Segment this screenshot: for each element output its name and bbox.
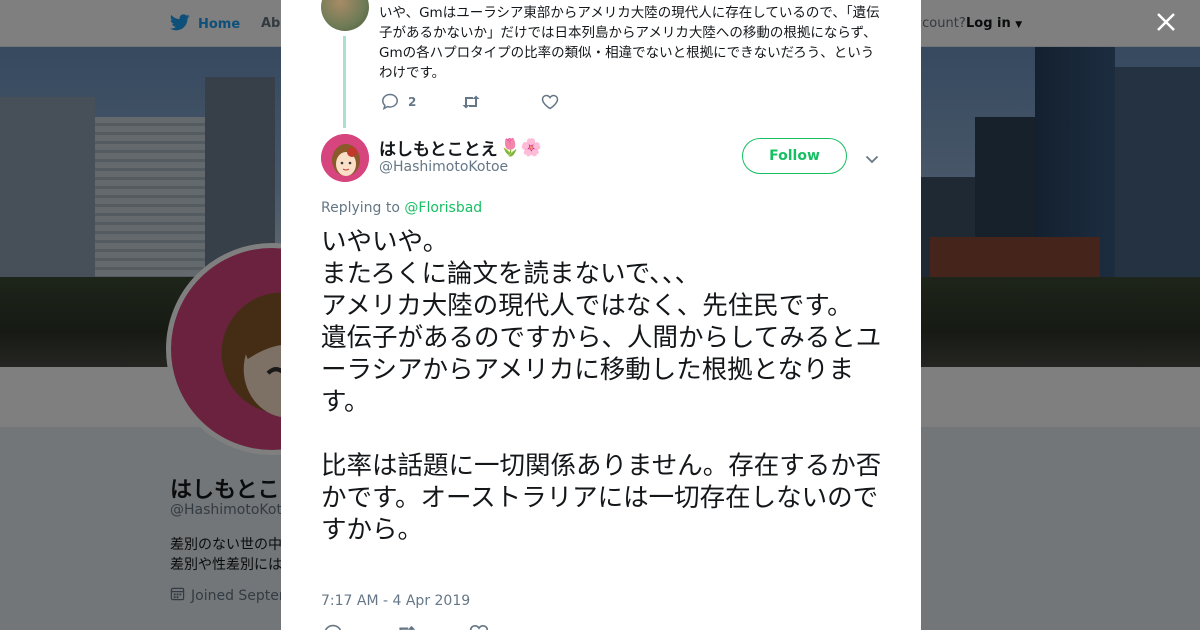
tweet-permalink-modal: いや、Gmはユーラシア東部からアメリカ大陸の現代人に存在しているので、「遺伝子が… bbox=[281, 0, 921, 630]
tweet-actions bbox=[323, 624, 489, 630]
replying-prefix: Replying to bbox=[321, 200, 405, 216]
heart-icon bbox=[541, 94, 559, 110]
author-display-name[interactable]: はしもとことえ 🌷🌸 bbox=[379, 135, 543, 161]
thread-connector-line bbox=[343, 36, 346, 128]
previous-tweet-avatar[interactable] bbox=[321, 0, 369, 31]
follow-button[interactable]: Follow bbox=[742, 138, 847, 174]
reply-icon bbox=[381, 93, 399, 110]
author-name-text: はしもとことえ bbox=[379, 140, 498, 160]
retweet-button[interactable] bbox=[461, 94, 541, 110]
retweet-icon bbox=[461, 94, 481, 110]
tweet-timestamp[interactable]: 7:17 AM - 4 Apr 2019 bbox=[321, 593, 470, 609]
author-handle[interactable]: @HashimotoKotoe bbox=[379, 159, 508, 175]
close-icon[interactable] bbox=[1152, 10, 1180, 38]
replying-to-context: Replying to @Florisbad bbox=[321, 200, 482, 216]
reply-count: 2 bbox=[408, 94, 417, 109]
reply-button[interactable] bbox=[323, 624, 343, 630]
reply-button[interactable]: 2 bbox=[381, 93, 461, 110]
previous-tweet-actions: 2 bbox=[381, 93, 601, 110]
like-button[interactable] bbox=[469, 624, 489, 630]
like-button[interactable] bbox=[541, 94, 601, 110]
retweet-button[interactable] bbox=[395, 624, 417, 630]
author-avatar[interactable] bbox=[321, 134, 369, 182]
chevron-down-icon[interactable] bbox=[865, 149, 879, 168]
replying-to-link[interactable]: @Florisbad bbox=[404, 200, 482, 216]
reply-icon bbox=[323, 624, 343, 630]
heart-icon bbox=[469, 624, 489, 630]
tweet-text: いやいや。 またろくに論文を読まないで、、、 アメリカ大陸の現代人ではなく、先住… bbox=[321, 227, 882, 545]
name-emojis: 🌷🌸 bbox=[499, 137, 543, 158]
retweet-icon bbox=[395, 624, 417, 630]
previous-tweet-text: いや、Gmはユーラシア東部からアメリカ大陸の現代人に存在しているので、「遺伝子が… bbox=[379, 5, 880, 81]
